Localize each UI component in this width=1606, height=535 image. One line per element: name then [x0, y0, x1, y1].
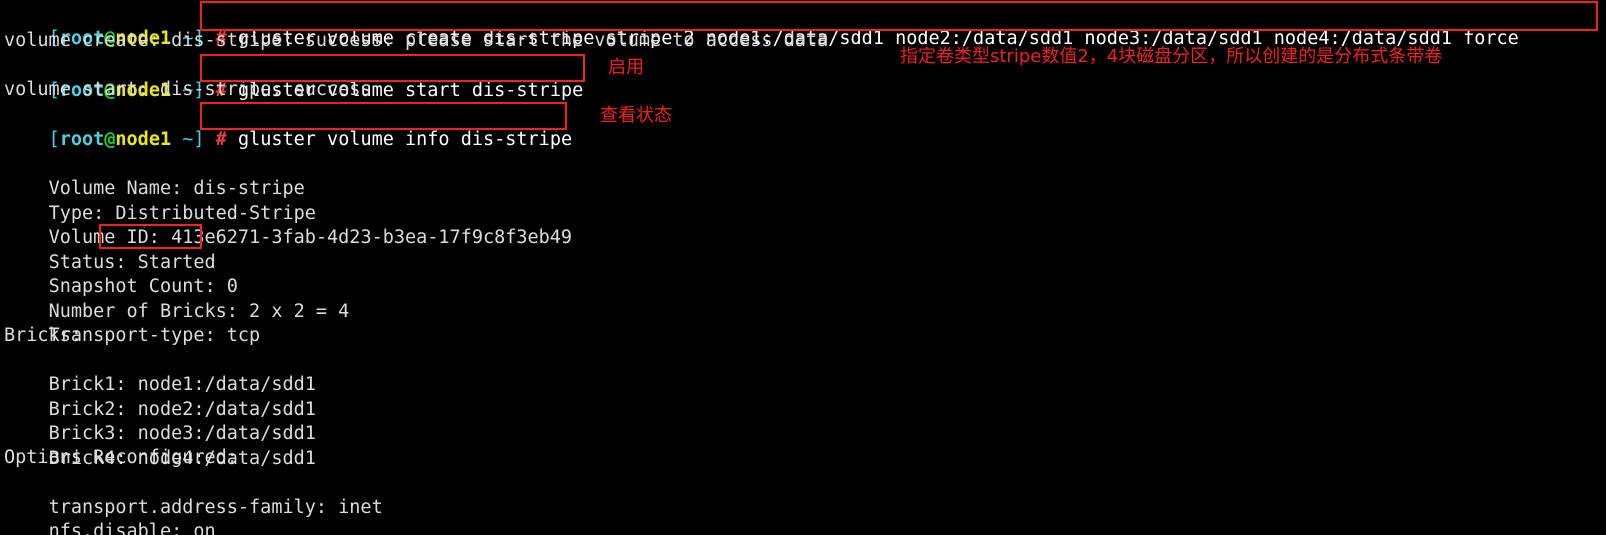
annotation-info-note: 查看状态: [600, 105, 672, 126]
terminal-line-prompt-trailing: [root@node1 ~] #: [4, 520, 249, 535]
volume-id-value: 413e6271-3fab-4d23-b3ea-17f9c8f3eb49: [171, 226, 573, 248]
bricks-header: Bricks:: [4, 325, 82, 346]
annotation-start-note: 启用: [608, 57, 644, 78]
prompt-sigil: #: [204, 128, 238, 150]
option-value: inet: [338, 496, 383, 518]
bricks-count-value: 2 x 2 = 4: [249, 300, 350, 322]
prompt-at-symbol: @: [104, 128, 116, 150]
output-create-result: volume create: dis-stripe: success: plea…: [4, 30, 829, 51]
prompt-path-close: ~]: [171, 128, 205, 150]
options-header: Options Reconfigured:: [4, 447, 238, 468]
command-volume-info: gluster volume info dis-stripe: [237, 128, 573, 150]
output-start-result: volume start: dis-stripe: success: [4, 79, 372, 100]
prompt-open-bracket: [: [48, 128, 60, 150]
prompt-host: node1: [115, 128, 172, 150]
terminal-window[interactable]: [root@node1 ~] # gluster volume create d…: [0, 0, 1606, 535]
transport-type-value: tcp: [226, 324, 261, 346]
prompt-user: root: [59, 128, 105, 150]
annotation-create-note: 指定卷类型stripe数值2，4块磁盘分区，所以创建的是分布式条带卷: [900, 46, 1443, 67]
